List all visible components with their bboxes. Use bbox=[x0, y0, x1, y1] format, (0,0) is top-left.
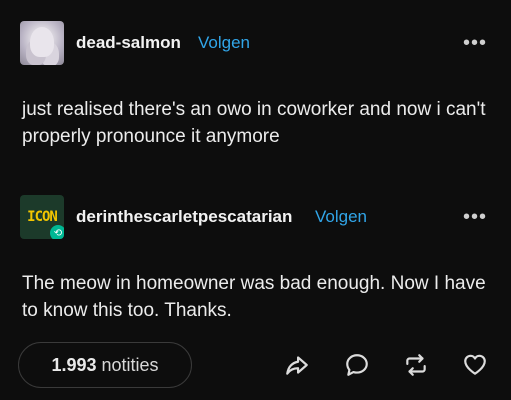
post-body: just realised there's an owo in coworker… bbox=[22, 99, 486, 147]
notes-count: 1.993 bbox=[51, 354, 97, 375]
reblog-author[interactable]: derinthescarletpescatarian bbox=[76, 207, 292, 227]
post-footer: 1.993 notities bbox=[0, 338, 511, 392]
avatar-image bbox=[20, 21, 64, 65]
reply-icon[interactable] bbox=[344, 352, 370, 378]
post-author[interactable]: dead-salmon bbox=[76, 33, 181, 53]
avatar[interactable]: ICON ⟲ bbox=[20, 195, 64, 239]
post-header: dead-salmon Volgen ••• bbox=[0, 18, 511, 68]
follow-button[interactable]: Volgen bbox=[315, 207, 367, 227]
notes-button[interactable]: 1.993 notities bbox=[18, 342, 192, 388]
reblog-header: ICON ⟲ derinthescarletpescatarian Volgen… bbox=[0, 192, 511, 242]
notes-label: notities bbox=[101, 354, 159, 375]
reblog-badge-icon: ⟲ bbox=[50, 225, 64, 239]
more-icon[interactable]: ••• bbox=[463, 32, 487, 55]
reblog-body: The meow in homeowner was bad enough. No… bbox=[22, 273, 486, 321]
share-icon[interactable] bbox=[284, 352, 310, 378]
follow-button[interactable]: Volgen bbox=[198, 33, 250, 53]
avatar-text: ICON bbox=[27, 209, 58, 225]
reblog-icon[interactable] bbox=[403, 352, 429, 378]
more-icon[interactable]: ••• bbox=[463, 206, 487, 229]
heart-icon[interactable] bbox=[462, 352, 488, 378]
avatar[interactable] bbox=[20, 21, 64, 65]
